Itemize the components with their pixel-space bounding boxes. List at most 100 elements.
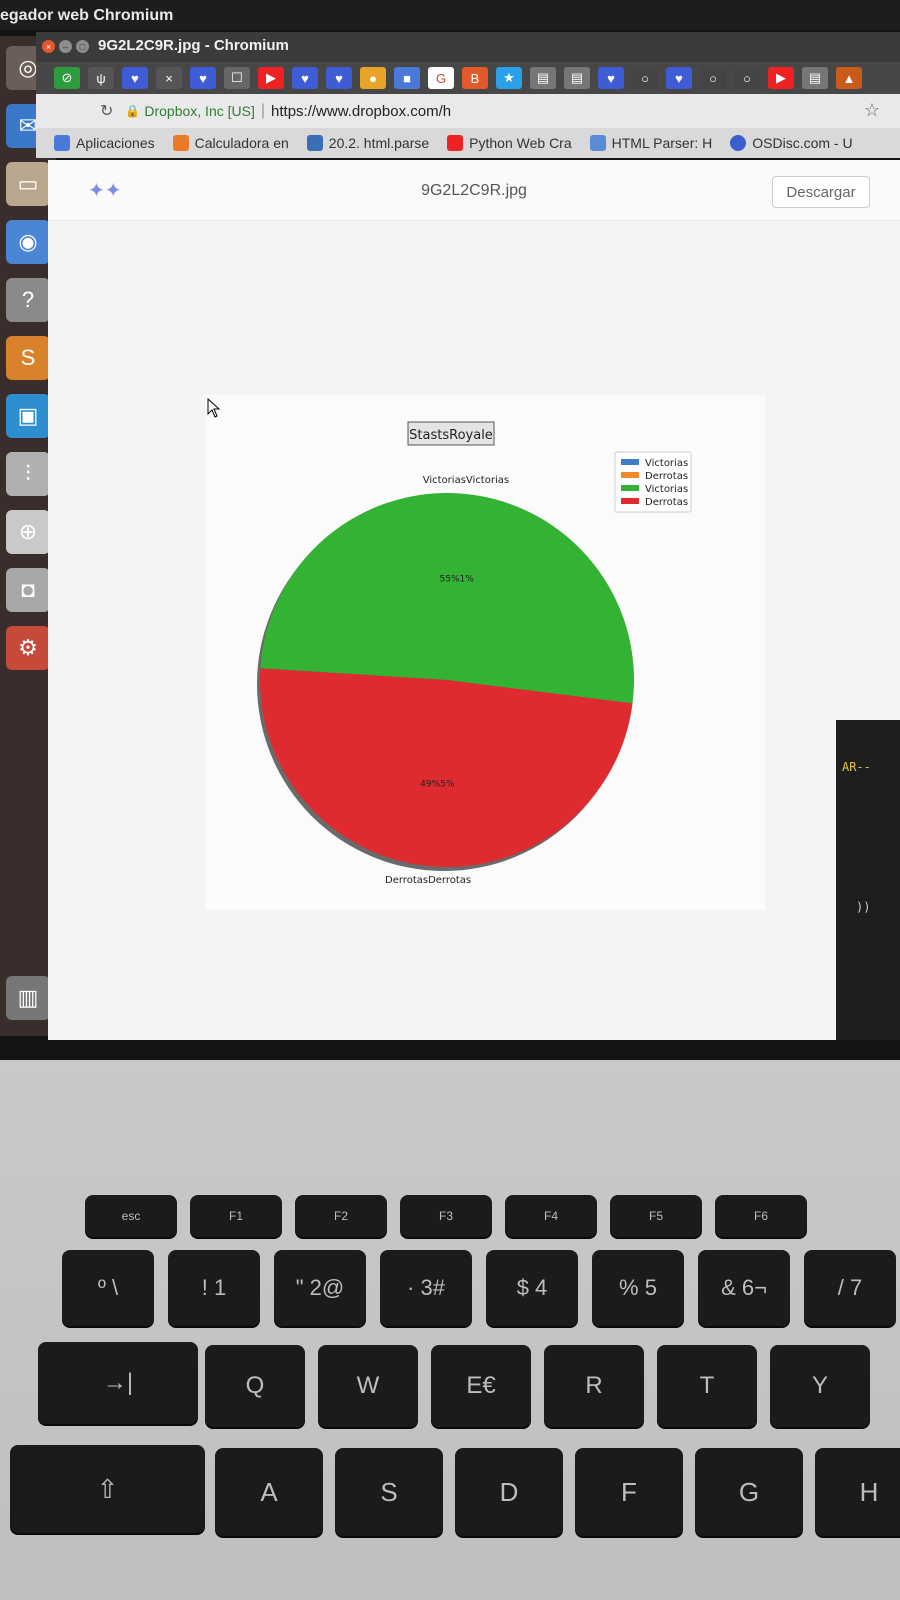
browser-tab-11[interactable]: G	[428, 67, 454, 89]
crosshair-tool-icon[interactable]: ⊕	[6, 510, 50, 554]
browser-tab-4[interactable]: ♥	[190, 67, 216, 89]
bookmark-star-icon[interactable]: ☆	[864, 100, 880, 121]
sublime-icon[interactable]: S	[6, 336, 50, 380]
browser-tab-0[interactable]: ⊘	[54, 67, 80, 89]
os-top-bar: egador web Chromium	[0, 0, 900, 32]
browser-tab-5[interactable]: ☐	[224, 67, 250, 89]
browser-tab-22[interactable]: ▤	[802, 67, 828, 89]
key-num-7[interactable]: / 7	[804, 1250, 896, 1326]
key-f2[interactable]: F2	[295, 1195, 387, 1237]
settings-sliders-icon[interactable]: ⫶	[6, 452, 50, 496]
browser-tab-12[interactable]: B	[462, 67, 488, 89]
key-qwerty-0[interactable]: →|	[38, 1342, 198, 1424]
bookmark-osdisc[interactable]: OSDisc.com - U	[730, 135, 853, 151]
bookmark-label: OSDisc.com - U	[752, 135, 853, 151]
browser-tab-18[interactable]: ♥	[666, 67, 692, 89]
bookmark-aplicaciones[interactable]: Aplicaciones	[54, 135, 155, 151]
legend-item: Derrotas	[645, 471, 688, 482]
key-num-0[interactable]: º \	[62, 1250, 154, 1326]
key-home-4[interactable]: F	[575, 1448, 683, 1536]
bookmarks-bar: Aplicaciones Calculadora en 20.2. html.p…	[36, 128, 900, 158]
key-qwerty-5[interactable]: T	[657, 1345, 757, 1427]
page-icon	[589, 135, 606, 151]
maximize-icon[interactable]: □	[76, 40, 89, 53]
key-num-2[interactable]: " 2@	[274, 1250, 366, 1326]
pie-slices: 55%1% VictoriasVictorias 49%5% DerrotasDerr…	[257, 475, 634, 886]
reload-icon[interactable]: ↻	[100, 101, 113, 121]
key-home-1[interactable]: A	[215, 1448, 323, 1536]
title-bar: × – □ 9G2L2C9R.jpg - Chromium	[36, 32, 900, 62]
key-f3[interactable]: F3	[400, 1195, 492, 1237]
browser-tab-6[interactable]: ▶	[258, 67, 284, 89]
key-esc[interactable]: esc	[85, 1195, 177, 1237]
bookmark-label: Aplicaciones	[76, 135, 155, 151]
bookmark-calculadora[interactable]: Calculadora en	[172, 135, 289, 151]
address-separator: |	[260, 102, 266, 119]
key-num-6[interactable]: & 6¬	[698, 1250, 790, 1326]
key-home-5[interactable]: G	[695, 1448, 803, 1536]
key-num-4[interactable]: $ 4	[486, 1250, 578, 1326]
key-qwerty-2[interactable]: W	[318, 1345, 418, 1427]
browser-tab-19[interactable]: ○	[700, 67, 726, 89]
bookmark-label: Python Web Cra	[469, 135, 572, 151]
browser-tab-7[interactable]: ♥	[292, 67, 318, 89]
browser-tab-2[interactable]: ♥	[122, 67, 148, 89]
key-f1[interactable]: F1	[190, 1195, 282, 1237]
key-num-1[interactable]: ! 1	[168, 1250, 260, 1326]
browser-tab-17[interactable]: ○	[632, 67, 658, 89]
browser-tab-21[interactable]: ▶	[768, 67, 794, 89]
browser-tab-9[interactable]: ●	[360, 67, 386, 89]
browser-tab-8[interactable]: ♥	[326, 67, 352, 89]
browser-tab-16[interactable]: ♥	[598, 67, 624, 89]
browser-tab-14[interactable]: ▤	[530, 67, 556, 89]
key-f6[interactable]: F6	[715, 1195, 807, 1237]
key-num-3[interactable]: · 3#	[380, 1250, 472, 1326]
system-tools-icon[interactable]: ⚙	[6, 626, 50, 670]
bookmark-label: HTML Parser: H	[611, 135, 713, 151]
key-home-3[interactable]: D	[455, 1448, 563, 1536]
key-home-6[interactable]: H	[815, 1448, 900, 1536]
browser-toolbar: ↻ 🔒 Dropbox, Inc [US] | https://www.drop…	[36, 94, 900, 128]
browser-tab-23[interactable]: ▲	[836, 67, 862, 89]
key-num-5[interactable]: % 5	[592, 1250, 684, 1326]
browser-tab-3[interactable]: ×	[156, 67, 182, 89]
bookmark-python-web[interactable]: Python Web Cra	[447, 135, 572, 151]
browser-tab-1[interactable]: ψ	[88, 67, 114, 89]
files-icon[interactable]: ▭	[6, 162, 50, 206]
minimize-icon[interactable]: –	[59, 40, 72, 53]
legend-swatch	[621, 472, 639, 478]
key-qwerty-4[interactable]: R	[544, 1345, 644, 1427]
key-f5[interactable]: F5	[610, 1195, 702, 1237]
python-icon	[306, 135, 323, 151]
browser-tab-13[interactable]: ★	[496, 67, 522, 89]
legend: Victorias Derrotas Victorias Derrotas	[614, 451, 692, 513]
close-icon[interactable]: ×	[42, 40, 55, 53]
bookmark-html-parse[interactable]: 20.2. html.parse	[306, 135, 429, 151]
terminal-window-edge: AR-- ))	[836, 720, 900, 1040]
browser-tab-10[interactable]: ■	[394, 67, 420, 89]
slice-percent-label: 55%1%	[440, 575, 475, 585]
terminal-text: AR--	[842, 760, 871, 774]
key-f4[interactable]: F4	[505, 1195, 597, 1237]
key-qwerty-6[interactable]: Y	[770, 1345, 870, 1427]
legend-swatch	[621, 498, 639, 504]
key-home-0[interactable]: ⇧	[10, 1445, 205, 1533]
remote-desktop-icon[interactable]: ▣	[6, 394, 50, 438]
browser-tab-15[interactable]: ▤	[564, 67, 590, 89]
chromium-icon[interactable]: ◉	[6, 220, 50, 264]
key-home-2[interactable]: S	[335, 1448, 443, 1536]
bookmark-html-parser[interactable]: HTML Parser: H	[589, 135, 713, 151]
download-button[interactable]: Descargar	[772, 176, 870, 208]
bookmark-label: Calculadora en	[194, 135, 289, 151]
browser-tab-20[interactable]: ○	[734, 67, 760, 89]
terminal-text: ))	[856, 900, 871, 914]
key-qwerty-1[interactable]: Q	[205, 1345, 305, 1427]
tab-strip: ⊘ ψ ♥ × ♥ ☐ ▶ ♥ ♥ ● ■ G B ★ ▤ ▤ ♥ ○ ♥ ○ ○ ▶ ▤ ▲	[36, 62, 900, 94]
help-icon[interactable]: ?	[6, 278, 50, 322]
trash-icon[interactable]: ▥	[6, 976, 50, 1020]
site-identity[interactable]: Dropbox, Inc [US]	[144, 103, 255, 119]
address-bar[interactable]: https://www.dropbox.com/h	[271, 103, 451, 120]
slice-percent-label: 49%5%	[420, 779, 455, 789]
key-qwerty-3[interactable]: E€	[431, 1345, 531, 1427]
camera-icon[interactable]: ◘	[6, 568, 50, 612]
